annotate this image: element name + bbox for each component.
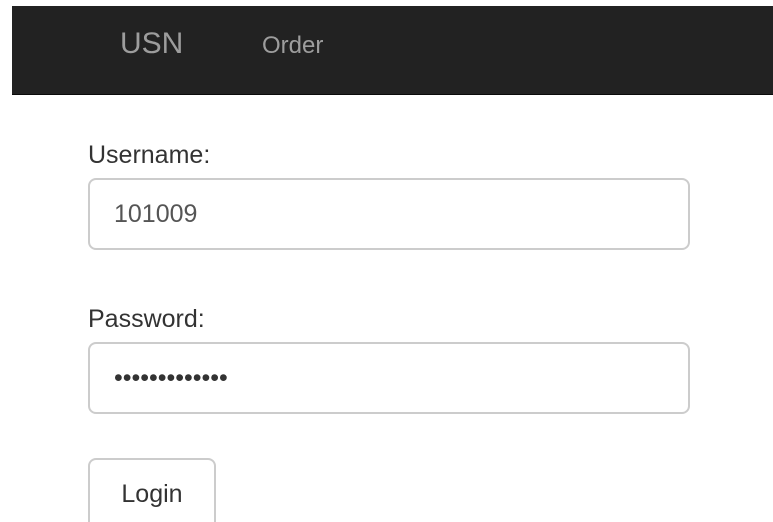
- login-form: Username: 101009 Password: •••••••••••••…: [88, 140, 690, 522]
- brand-link[interactable]: USN: [120, 26, 183, 62]
- page: USN Order Username: 101009 Password: •••…: [0, 0, 773, 522]
- username-value: 101009: [114, 199, 198, 228]
- password-field[interactable]: •••••••••••••: [88, 342, 690, 414]
- password-label: Password:: [88, 305, 205, 333]
- password-masked-value: •••••••••••••: [114, 363, 228, 392]
- login-button[interactable]: Login: [88, 458, 216, 522]
- username-label: Username:: [88, 141, 211, 169]
- username-field[interactable]: 101009: [88, 178, 690, 250]
- nav-link-order[interactable]: Order: [262, 31, 323, 61]
- login-button-label: Login: [121, 479, 183, 508]
- top-navbar: USN Order: [12, 6, 773, 95]
